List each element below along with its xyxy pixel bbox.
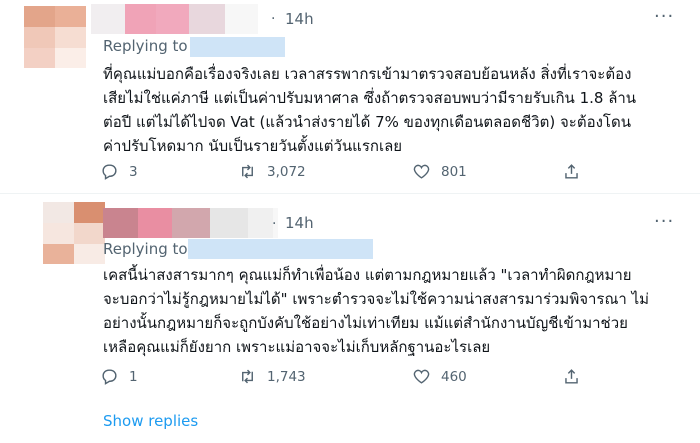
reply-button[interactable]: 1 — [100, 367, 138, 386]
retweet-count: 3,072 — [267, 163, 306, 180]
tweet-text-line: เสียไม่ใช่แค่ภาษี แต่เป็นค่าปรับมหาศาล ซ… — [103, 89, 637, 107]
tweet-text-line: เคสนี้น่าสงสารมากๆ คุณแม่ก็ทำเพื่อน้อง แ… — [103, 266, 632, 284]
share-icon — [565, 369, 578, 384]
tweet-text-line: อย่างนั้นกฎหมายก็จะถูกบังคับใช้อย่างไม่เ… — [103, 314, 628, 332]
share-icon — [565, 164, 578, 179]
author-name[interactable] — [103, 208, 278, 238]
retweet-icon — [242, 164, 253, 179]
replying-to-label: Replying to — [103, 240, 188, 258]
reply-count: 3 — [129, 163, 138, 180]
share-button[interactable] — [562, 162, 581, 181]
reply-icon — [102, 164, 117, 180]
avatar[interactable] — [43, 202, 105, 264]
heart-icon — [413, 369, 430, 384]
like-count: 801 — [441, 163, 467, 180]
replying-to-handle[interactable] — [188, 239, 373, 259]
more-dots-icon[interactable]: ··· — [654, 6, 674, 27]
time-separator: · — [272, 216, 277, 232]
replying-to-handle[interactable] — [190, 37, 285, 57]
more-dots-icon[interactable]: ··· — [654, 211, 674, 232]
reply-count: 1 — [129, 368, 138, 385]
tweet-text-line: เหลือคุณแม่ก็ยังยาก เพราะแม่อาจจะไม่เก็บ… — [103, 338, 491, 356]
retweet-button[interactable]: 3,072 — [238, 162, 306, 181]
timestamp[interactable]: 14h — [285, 10, 314, 28]
retweet-count: 1,743 — [267, 368, 306, 385]
tweet-text: ที่คุณแม่บอกคือเรื่องจริงเลย เวลาสรรพากร… — [103, 62, 688, 158]
show-replies-link[interactable]: Show replies — [103, 412, 198, 430]
like-button[interactable]: 460 — [412, 367, 467, 386]
like-button[interactable]: 801 — [412, 162, 467, 181]
tweet-text-line: ที่คุณแม่บอกคือเรื่องจริงเลย เวลาสรรพากร… — [103, 65, 632, 83]
avatar[interactable] — [24, 6, 86, 68]
tweet-text-line: ค่าปรับโหดมาก นับเป็นรายวันตั้งแต่วันแรก… — [103, 137, 403, 155]
author-name[interactable] — [91, 4, 258, 34]
heart-icon — [413, 164, 430, 179]
timestamp[interactable]: 14h — [285, 214, 314, 232]
retweet-icon — [242, 369, 253, 384]
tweet-1[interactable]: · 14h ··· Replying to ที่คุณแม่บอกคือเรื… — [0, 0, 700, 194]
time-separator: · — [271, 11, 276, 27]
tweet-text-line: ต่อปี แต่ไม่ได้ไปจด Vat (แล้วนำส่งรายได้… — [103, 113, 631, 131]
tweet-text: เคสนี้น่าสงสารมากๆ คุณแม่ก็ทำเพื่อน้อง แ… — [103, 263, 688, 359]
tweet-2[interactable]: · 14h ··· Replying to เคสนี้น่าสงสารมากๆ… — [0, 194, 700, 399]
reply-button[interactable]: 3 — [100, 162, 138, 181]
reply-icon — [102, 369, 117, 385]
tweet-text-line: จะบอกว่าไม่รู้กฎหมายไม่ได้" เพราะตำรวจจะ… — [103, 290, 650, 308]
replying-to-label: Replying to — [103, 37, 188, 55]
like-count: 460 — [441, 368, 467, 385]
retweet-button[interactable]: 1,743 — [238, 367, 306, 386]
share-button[interactable] — [562, 367, 581, 386]
